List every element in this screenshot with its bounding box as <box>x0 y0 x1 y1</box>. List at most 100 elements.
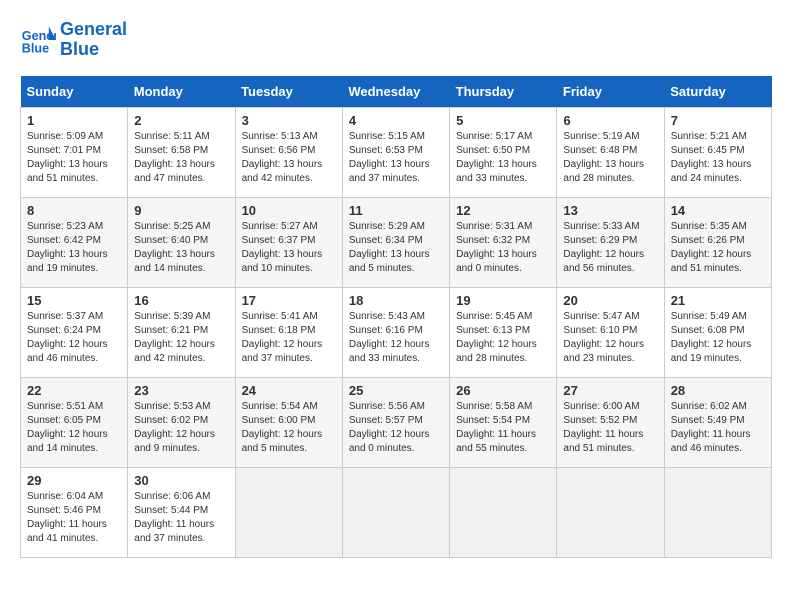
calendar-cell: 24Sunrise: 5:54 AM Sunset: 6:00 PM Dayli… <box>235 377 342 467</box>
day-info: Sunrise: 5:33 AM Sunset: 6:29 PM Dayligh… <box>563 220 657 276</box>
day-info: Sunrise: 5:49 AM Sunset: 6:08 PM Dayligh… <box>671 310 765 366</box>
header-wednesday: Wednesday <box>342 76 449 108</box>
calendar-cell: 22 Sunrise: 5:51 AM Sunset: 6:05 PM Dayli… <box>21 377 128 467</box>
calendar-cell: 19Sunrise: 5:45 AM Sunset: 6:13 PM Dayli… <box>450 287 557 377</box>
svg-text:Blue: Blue <box>22 41 49 55</box>
day-info: Sunrise: 5:25 AM Sunset: 6:40 PM Dayligh… <box>134 220 228 276</box>
calendar-week-4: 22 Sunrise: 5:51 AM Sunset: 6:05 PM Dayli… <box>21 377 772 467</box>
day-number: 28 <box>671 383 765 398</box>
day-info: Sunrise: 5:47 AM Sunset: 6:10 PM Dayligh… <box>563 310 657 366</box>
day-info: Sunrise: 5:51 AM Sunset: 6:05 PM Dayligh… <box>27 400 121 456</box>
day-number: 26 <box>456 383 550 398</box>
calendar-cell: 11Sunrise: 5:29 AM Sunset: 6:34 PM Dayli… <box>342 197 449 287</box>
calendar-week-2: 8Sunrise: 5:23 AM Sunset: 6:42 PM Daylig… <box>21 197 772 287</box>
day-number: 19 <box>456 293 550 308</box>
day-info: Sunrise: 5:43 AM Sunset: 6:16 PM Dayligh… <box>349 310 443 366</box>
day-info: Sunrise: 6:04 AM Sunset: 5:46 PM Dayligh… <box>27 490 121 546</box>
day-number: 25 <box>349 383 443 398</box>
day-number: 17 <box>242 293 336 308</box>
header-sunday: Sunday <box>21 76 128 108</box>
calendar-header-row: SundayMondayTuesdayWednesdayThursdayFrid… <box>21 76 772 108</box>
calendar-cell: 12 Sunrise: 5:31 AM Sunset: 6:32 PM Dayli… <box>450 197 557 287</box>
day-number: 22 <box>27 383 121 398</box>
calendar-cell <box>235 467 342 557</box>
calendar-cell: 6Sunrise: 5:19 AM Sunset: 6:48 PM Daylig… <box>557 107 664 197</box>
day-number: 8 <box>27 203 121 218</box>
day-number: 23 <box>134 383 228 398</box>
calendar-cell <box>342 467 449 557</box>
day-number: 7 <box>671 113 765 128</box>
day-number: 13 <box>563 203 657 218</box>
calendar-cell: 25Sunrise: 5:56 AM Sunset: 5:57 PM Dayli… <box>342 377 449 467</box>
logo: General Blue General Blue <box>20 20 127 60</box>
day-info: Sunrise: 6:02 AM Sunset: 5:49 PM Dayligh… <box>671 400 765 456</box>
page-header: General Blue General Blue <box>20 20 772 60</box>
day-number: 3 <box>242 113 336 128</box>
day-info: Sunrise: 5:27 AM Sunset: 6:37 PM Dayligh… <box>242 220 336 276</box>
day-info: Sunrise: 5:58 AM Sunset: 5:54 PM Dayligh… <box>456 400 550 456</box>
calendar-cell <box>557 467 664 557</box>
calendar-cell: 4 Sunrise: 5:15 AM Sunset: 6:53 PM Daylig… <box>342 107 449 197</box>
header-saturday: Saturday <box>664 76 771 108</box>
day-number: 9 <box>134 203 228 218</box>
logo-icon: General Blue <box>20 22 56 58</box>
day-info: Sunrise: 5:15 AM Sunset: 6:53 PM Dayligh… <box>349 130 443 186</box>
calendar-cell <box>450 467 557 557</box>
calendar-cell: 8Sunrise: 5:23 AM Sunset: 6:42 PM Daylig… <box>21 197 128 287</box>
calendar-cell: 14 Sunrise: 5:35 AM Sunset: 6:26 PM Dayli… <box>664 197 771 287</box>
calendar-cell: 10Sunrise: 5:27 AM Sunset: 6:37 PM Dayli… <box>235 197 342 287</box>
day-info: Sunrise: 6:00 AM Sunset: 5:52 PM Dayligh… <box>563 400 657 456</box>
calendar-cell: 5 Sunrise: 5:17 AM Sunset: 6:50 PM Daylig… <box>450 107 557 197</box>
calendar-cell: 9 Sunrise: 5:25 AM Sunset: 6:40 PM Daylig… <box>128 197 235 287</box>
day-info: Sunrise: 5:31 AM Sunset: 6:32 PM Dayligh… <box>456 220 550 276</box>
calendar-week-5: 29 Sunrise: 6:04 AM Sunset: 5:46 PM Dayli… <box>21 467 772 557</box>
day-info: Sunrise: 5:17 AM Sunset: 6:50 PM Dayligh… <box>456 130 550 186</box>
calendar-week-1: 1 Sunrise: 5:09 AM Sunset: 7:01 PM Daylig… <box>21 107 772 197</box>
day-info: Sunrise: 5:09 AM Sunset: 7:01 PM Dayligh… <box>27 130 121 186</box>
logo-text-line1: General <box>60 20 127 40</box>
day-info: Sunrise: 5:41 AM Sunset: 6:18 PM Dayligh… <box>242 310 336 366</box>
header-monday: Monday <box>128 76 235 108</box>
day-info: Sunrise: 5:53 AM Sunset: 6:02 PM Dayligh… <box>134 400 228 456</box>
day-number: 2 <box>134 113 228 128</box>
calendar-cell: 20 Sunrise: 5:47 AM Sunset: 6:10 PM Dayli… <box>557 287 664 377</box>
day-number: 30 <box>134 473 228 488</box>
day-number: 16 <box>134 293 228 308</box>
day-number: 14 <box>671 203 765 218</box>
logo-text-line2: Blue <box>60 40 127 60</box>
day-info: Sunrise: 6:06 AM Sunset: 5:44 PM Dayligh… <box>134 490 228 546</box>
calendar-week-3: 15Sunrise: 5:37 AM Sunset: 6:24 PM Dayli… <box>21 287 772 377</box>
day-number: 18 <box>349 293 443 308</box>
day-number: 1 <box>27 113 121 128</box>
day-number: 20 <box>563 293 657 308</box>
day-info: Sunrise: 5:13 AM Sunset: 6:56 PM Dayligh… <box>242 130 336 186</box>
day-info: Sunrise: 5:21 AM Sunset: 6:45 PM Dayligh… <box>671 130 765 186</box>
calendar-cell: 16 Sunrise: 5:39 AM Sunset: 6:21 PM Dayli… <box>128 287 235 377</box>
day-number: 15 <box>27 293 121 308</box>
calendar-cell: 15Sunrise: 5:37 AM Sunset: 6:24 PM Dayli… <box>21 287 128 377</box>
day-number: 4 <box>349 113 443 128</box>
calendar-cell: 23 Sunrise: 5:53 AM Sunset: 6:02 PM Dayli… <box>128 377 235 467</box>
calendar-table: SundayMondayTuesdayWednesdayThursdayFrid… <box>20 76 772 558</box>
day-number: 21 <box>671 293 765 308</box>
day-info: Sunrise: 5:39 AM Sunset: 6:21 PM Dayligh… <box>134 310 228 366</box>
calendar-cell: 27 Sunrise: 6:00 AM Sunset: 5:52 PM Dayli… <box>557 377 664 467</box>
day-info: Sunrise: 5:35 AM Sunset: 6:26 PM Dayligh… <box>671 220 765 276</box>
calendar-cell: 2Sunrise: 5:11 AM Sunset: 6:58 PM Daylig… <box>128 107 235 197</box>
calendar-cell: 26 Sunrise: 5:58 AM Sunset: 5:54 PM Dayli… <box>450 377 557 467</box>
header-friday: Friday <box>557 76 664 108</box>
calendar-cell: 17 Sunrise: 5:41 AM Sunset: 6:18 PM Dayli… <box>235 287 342 377</box>
day-number: 29 <box>27 473 121 488</box>
calendar-cell: 13 Sunrise: 5:33 AM Sunset: 6:29 PM Dayli… <box>557 197 664 287</box>
calendar-cell: 3 Sunrise: 5:13 AM Sunset: 6:56 PM Daylig… <box>235 107 342 197</box>
calendar-cell: 21 Sunrise: 5:49 AM Sunset: 6:08 PM Dayli… <box>664 287 771 377</box>
calendar-cell: 29 Sunrise: 6:04 AM Sunset: 5:46 PM Dayli… <box>21 467 128 557</box>
header-thursday: Thursday <box>450 76 557 108</box>
day-number: 6 <box>563 113 657 128</box>
day-number: 5 <box>456 113 550 128</box>
day-number: 12 <box>456 203 550 218</box>
day-number: 27 <box>563 383 657 398</box>
calendar-cell <box>664 467 771 557</box>
day-info: Sunrise: 5:29 AM Sunset: 6:34 PM Dayligh… <box>349 220 443 276</box>
calendar-cell: 30 Sunrise: 6:06 AM Sunset: 5:44 PM Dayli… <box>128 467 235 557</box>
